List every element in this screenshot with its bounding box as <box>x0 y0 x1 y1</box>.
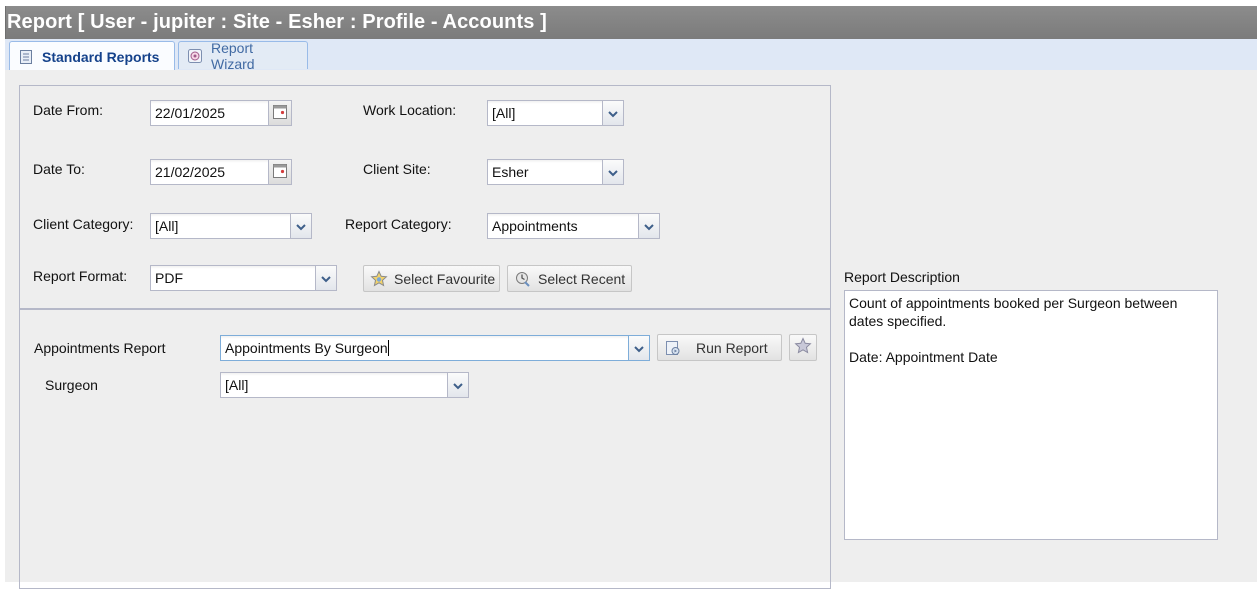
criteria-fieldset: Date From: 22/01/2025 Work Location: [Al… <box>19 85 831 309</box>
run-report-label: Run Report <box>696 339 768 356</box>
favourite-star-icon <box>370 269 388 288</box>
select-recent-button[interactable]: Select Recent <box>507 265 632 292</box>
report-description-label: Report Description <box>844 269 960 285</box>
date-to-picker[interactable] <box>269 159 292 185</box>
report-category-select[interactable]: Appointments <box>487 213 639 239</box>
tab-label: Report Wizard <box>211 39 255 72</box>
tab-strip: Standard Reports Report Wizard <box>5 39 1257 72</box>
report-select[interactable]: Appointments By Surgeon <box>220 335 629 361</box>
chevron-down-icon <box>644 218 654 234</box>
chevron-down-icon <box>296 218 306 234</box>
date-from-label: Date From: <box>33 102 104 118</box>
report-dropdown[interactable] <box>629 335 650 361</box>
recent-icon <box>514 270 532 288</box>
client-site-select[interactable]: Esher <box>487 159 603 185</box>
text-cursor <box>387 340 389 356</box>
add-favourite-button[interactable] <box>789 334 817 361</box>
report-format-select[interactable]: PDF <box>150 265 316 291</box>
chevron-down-icon <box>321 270 331 286</box>
window-title: Report [ User - jupiter : Site - Esher :… <box>7 11 547 33</box>
surgeon-select[interactable]: [All] <box>220 372 448 398</box>
wizard-icon <box>187 48 203 64</box>
report-category-label: Report Category: <box>345 216 452 232</box>
star-icon <box>794 337 812 358</box>
client-site-label: Client Site: <box>363 161 431 177</box>
select-recent-label: Select Recent <box>538 270 626 287</box>
standard-reports-panel: Date From: 22/01/2025 Work Location: [Al… <box>5 70 1257 589</box>
chevron-down-icon <box>608 164 618 180</box>
chevron-down-icon <box>634 340 644 356</box>
report-list-icon <box>18 49 34 65</box>
surgeon-label: Surgeon <box>45 377 98 393</box>
report-fieldset: Appointments Report Appointments By Surg… <box>19 309 831 589</box>
title-bar: Report [ User - jupiter : Site - Esher :… <box>0 0 1257 40</box>
date-to-label: Date To: <box>33 161 85 177</box>
select-favourite-label: Select Favourite <box>394 270 496 287</box>
report-select-value: Appointments By Surgeon <box>225 340 388 356</box>
report-description-box: Count of appointments booked per Surgeon… <box>844 290 1218 540</box>
tab-standard-reports[interactable]: Standard Reports <box>9 41 175 71</box>
tab-label: Standard Reports <box>42 48 160 65</box>
run-report-icon <box>664 339 682 357</box>
date-to-field[interactable]: 21/02/2025 <box>150 159 269 185</box>
client-category-label: Client Category: <box>33 216 134 232</box>
calendar-icon <box>273 104 287 122</box>
client-category-dropdown[interactable] <box>291 213 312 239</box>
select-favourite-button[interactable]: Select Favourite <box>363 265 500 292</box>
calendar-icon <box>273 163 287 181</box>
chevron-down-icon <box>453 377 463 393</box>
run-report-button[interactable]: Run Report <box>657 334 782 361</box>
date-from-field[interactable]: 22/01/2025 <box>150 100 269 126</box>
client-category-select[interactable]: [All] <box>150 213 291 239</box>
date-from-picker[interactable] <box>269 100 292 126</box>
report-format-dropdown[interactable] <box>316 265 337 291</box>
appointments-report-label: Appointments Report <box>34 340 166 356</box>
work-location-dropdown[interactable] <box>603 100 624 126</box>
tab-report-wizard[interactable]: Report Wizard <box>178 39 308 72</box>
client-site-dropdown[interactable] <box>603 159 624 185</box>
chevron-down-icon <box>608 105 618 121</box>
surgeon-dropdown[interactable] <box>448 372 469 398</box>
report-format-label: Report Format: <box>33 268 128 284</box>
work-location-select[interactable]: [All] <box>487 100 603 126</box>
work-location-label: Work Location: <box>363 102 457 118</box>
report-category-dropdown[interactable] <box>639 213 660 239</box>
